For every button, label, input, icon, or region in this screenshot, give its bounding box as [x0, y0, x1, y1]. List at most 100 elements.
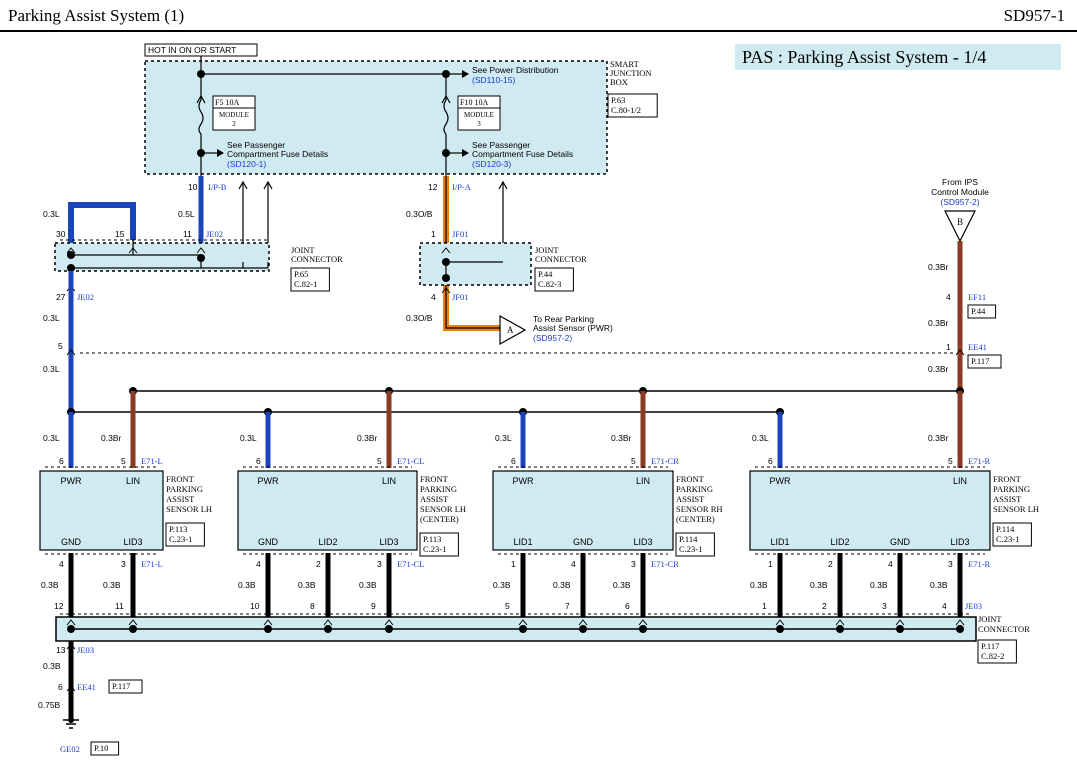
- sensor-pin-label: LID3: [633, 537, 652, 547]
- sensor-pin-label: LID2: [318, 537, 337, 547]
- sensor-name: FRONT: [676, 474, 705, 484]
- je03-name: JOINT: [978, 614, 1002, 624]
- pin-num: 4: [256, 559, 261, 569]
- sensor-name: SENSOR LH: [420, 504, 466, 514]
- module-num: 3: [477, 120, 481, 128]
- jf01-name: CONNECTOR: [535, 254, 587, 264]
- sensor-pin-label: PWR: [770, 476, 791, 486]
- pin-num: 1: [431, 229, 436, 239]
- ref-text: C.23-1: [996, 534, 1019, 544]
- je03-splice: [639, 625, 647, 633]
- je03-splice: [579, 625, 587, 633]
- pin-num: 3: [631, 559, 636, 569]
- wire-size: 0.3Br: [928, 433, 948, 443]
- wire-size: 0.3B: [238, 580, 256, 590]
- ref-text: P.113: [169, 524, 187, 534]
- wire-size: 0.3B: [359, 580, 377, 590]
- wire-size: 0.3B: [750, 580, 768, 590]
- joint-connector-je02: [54, 242, 270, 272]
- wire-size: 0.3L: [43, 433, 60, 443]
- ref-text: P.44: [538, 269, 553, 279]
- sensor-name: SENSOR LH: [166, 504, 212, 514]
- ref-text: P.117: [112, 681, 130, 691]
- wire-size: 0.3B: [41, 580, 59, 590]
- offpage-letter: B: [957, 217, 963, 227]
- pin-num: 1: [768, 559, 773, 569]
- ref-text: C.80-1/2: [611, 105, 641, 115]
- pin-num: 6: [58, 682, 63, 692]
- sensor-pin-label: LIN: [382, 476, 396, 486]
- sensor-pin-label: LID1: [770, 537, 789, 547]
- sensor-name: FRONT: [993, 474, 1022, 484]
- ground-label: GE02: [60, 744, 80, 754]
- pin-num: 1: [762, 601, 767, 611]
- pin-num: 5: [377, 456, 382, 466]
- wiring-diagram-page: Parking Assist System (1) SD957-1 PAS : …: [0, 0, 1077, 761]
- pin-num: 3: [121, 559, 126, 569]
- module-num: 2: [232, 120, 236, 128]
- from-ips-ref: (SD957-2): [940, 197, 979, 207]
- sensor-pin-label: LID1: [513, 537, 532, 547]
- from-ips-text: From IPS: [942, 177, 978, 187]
- offpage-letter: A: [507, 325, 514, 335]
- sensor-name: FRONT: [166, 474, 195, 484]
- pin-num: 30: [56, 229, 66, 239]
- wire-size: 0.3B: [810, 580, 828, 590]
- from-ips-text: Control Module: [931, 187, 989, 197]
- conn-label: I/P-B: [208, 182, 227, 192]
- ref-text: P.10: [94, 743, 108, 753]
- ground-icon: [68, 717, 74, 723]
- pin-num: 11: [183, 229, 192, 239]
- sensor-pin-label: GND: [61, 537, 82, 547]
- ref-text: P.117: [971, 356, 989, 366]
- sensor-pin-label: LID3: [950, 537, 969, 547]
- sensor-name: ASSIST: [420, 494, 449, 504]
- pin-num: 6: [59, 456, 64, 466]
- je03-splice: [129, 625, 137, 633]
- conn-label: EE41: [968, 342, 987, 352]
- je03-splice: [67, 625, 75, 633]
- power-note: See Power Distribution: [472, 65, 559, 75]
- module-label: MODULE: [219, 111, 249, 119]
- sensor-pin-label: PWR: [258, 476, 279, 486]
- je03-splice: [324, 625, 332, 633]
- sensor-name: PARKING: [993, 484, 1030, 494]
- pin-num: 8: [310, 601, 315, 611]
- pin-num: 13: [56, 645, 66, 655]
- pin-num: 2: [822, 601, 827, 611]
- pin-num: 27: [56, 292, 66, 302]
- pin-num: 6: [768, 456, 773, 466]
- pin-num: 3: [882, 601, 887, 611]
- to-rear-text: Assist Sensor (PWR): [533, 323, 613, 333]
- schematic: HOT IN ON OR STARTSMARTJUNCTIONBOXP.63C.…: [38, 43, 1039, 756]
- conn-label: E71-R: [968, 559, 991, 569]
- sensor-1-box: [39, 470, 164, 551]
- wire-size: 0.3Br: [611, 433, 631, 443]
- ref-text: P.117: [981, 641, 999, 651]
- sensor-pin-label: GND: [258, 537, 279, 547]
- sensor-name: ASSIST: [993, 494, 1022, 504]
- pin-num: 12: [428, 182, 438, 192]
- sensor-name: PARKING: [676, 484, 713, 494]
- wire-size: 0.3Br: [928, 262, 948, 272]
- pin-num: 2: [828, 559, 833, 569]
- detail-text: Compartment Fuse Details: [227, 149, 328, 159]
- je03-splice: [836, 625, 844, 633]
- conn-label: I/P-A: [452, 182, 472, 192]
- ref-text: P.65: [294, 269, 308, 279]
- je03-splice: [519, 625, 527, 633]
- sensor-name: ASSIST: [676, 494, 705, 504]
- to-rear-ref: (SD957-2): [533, 333, 572, 343]
- pin-num: 7: [565, 601, 570, 611]
- sensor-pin-label: LIN: [636, 476, 650, 486]
- conn-label: E71-CL: [397, 559, 424, 569]
- je03-splice: [956, 625, 964, 633]
- pin-num: 5: [948, 456, 953, 466]
- sensor-name: PARKING: [420, 484, 457, 494]
- wire-size: 0.3Br: [928, 364, 948, 374]
- pin-num: 1: [946, 342, 951, 352]
- pin-num: 5: [631, 456, 636, 466]
- ref-text: C.82-2: [981, 651, 1004, 661]
- wire-size: 0.3B: [613, 580, 631, 590]
- splice-dot: [442, 274, 450, 282]
